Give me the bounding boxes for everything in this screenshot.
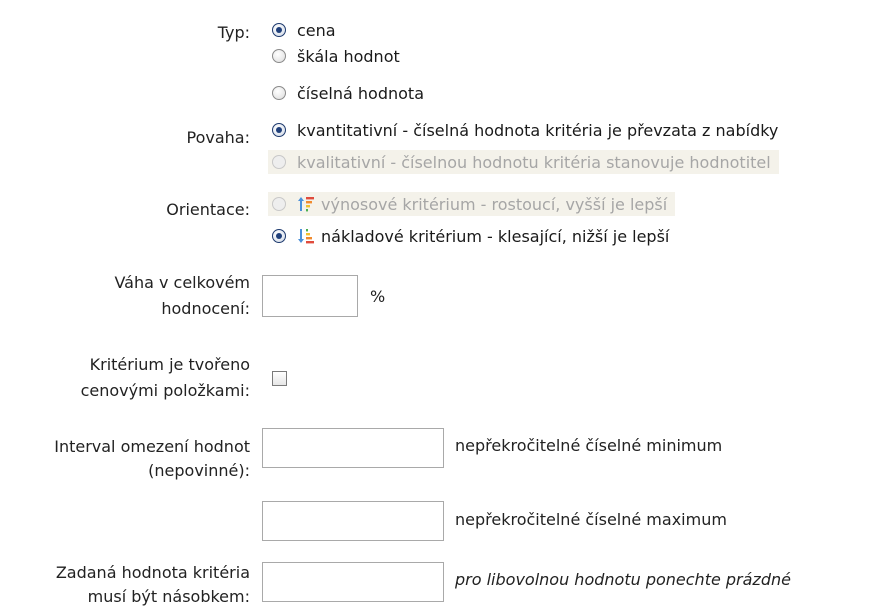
vaha-unit: % (370, 287, 386, 306)
interval-label: Interval omezení hodnot (nepovinné): (54, 436, 250, 482)
povaha-radio-kvalitativni[interactable] (272, 155, 286, 169)
nasobek-input[interactable] (262, 562, 444, 602)
polozky-label: Kritérium je tvořeno cenovými položkami: (81, 354, 250, 402)
sort-descending-icon (297, 227, 315, 245)
typ-radio-skala[interactable] (272, 49, 286, 63)
orientace-label: Orientace: (166, 200, 250, 219)
povaha-option-label: kvantitativní - číselná hodnota kritéria… (297, 120, 779, 140)
typ-option-label: cena (297, 20, 336, 40)
povaha-option-kvantitativni[interactable]: kvantitativní - číselná hodnota kritéria… (272, 118, 778, 142)
interval-min-input[interactable] (262, 428, 444, 468)
interval-label-line1: Interval omezení hodnot (54, 437, 250, 456)
typ-label: Typ: (217, 23, 250, 42)
typ-radio-ciselna[interactable] (272, 86, 286, 100)
orientace-radio-nakladove[interactable] (272, 229, 286, 243)
typ-option-label: číselná hodnota (297, 83, 424, 103)
orientace-option-label: nákladové kritérium - klesající, nižší j… (321, 226, 670, 246)
vaha-label-line2: hodnocení: (161, 299, 250, 318)
typ-radio-cena[interactable] (272, 23, 286, 37)
nasobek-label-line1: Zadaná hodnota kritéria (55, 563, 250, 582)
povaha-option-label: kvalitativní - číselnou hodnotu kritéria… (297, 152, 771, 172)
polozky-checkbox[interactable] (272, 371, 287, 386)
interval-label-line2: (nepovinné): (148, 461, 250, 480)
orientace-option-nakladove[interactable]: nákladové kritérium - klesající, nižší j… (272, 224, 669, 248)
interval-min-label: nepřekročitelné číselné minimum (455, 436, 723, 455)
povaha-option-kvalitativni[interactable]: kvalitativní - číselnou hodnotu kritéria… (268, 150, 779, 174)
interval-max-input[interactable] (262, 501, 444, 541)
polozky-label-line2: cenovými položkami: (80, 381, 250, 400)
typ-option-cena[interactable]: cena (272, 18, 336, 42)
povaha-label: Povaha: (186, 128, 250, 147)
vaha-label-line1: Váha v celkovém (114, 273, 250, 292)
nasobek-hint: pro libovolnou hodnotu ponechte prázdné (455, 570, 791, 589)
orientace-option-label: výnosové kritérium - rostoucí, vyšší je … (321, 194, 668, 214)
typ-option-ciselna[interactable]: číselná hodnota (272, 81, 424, 105)
orientace-radio-vynosove[interactable] (272, 197, 286, 211)
nasobek-label: Zadaná hodnota kritéria musí být násobke… (56, 562, 250, 608)
interval-max-label: nepřekročitelné číselné maximum (455, 510, 727, 529)
typ-option-label: škála hodnot (297, 46, 400, 66)
vaha-input[interactable] (262, 275, 358, 317)
orientace-option-vynosove[interactable]: výnosové kritérium - rostoucí, vyšší je … (268, 192, 676, 216)
povaha-radio-kvantitativni[interactable] (272, 123, 286, 137)
typ-option-skala[interactable]: škála hodnot (272, 44, 400, 68)
sort-ascending-icon (297, 195, 315, 213)
polozky-label-line1: Kritérium je tvořeno (89, 355, 250, 374)
vaha-label: Váha v celkovém hodnocení: (114, 272, 250, 320)
